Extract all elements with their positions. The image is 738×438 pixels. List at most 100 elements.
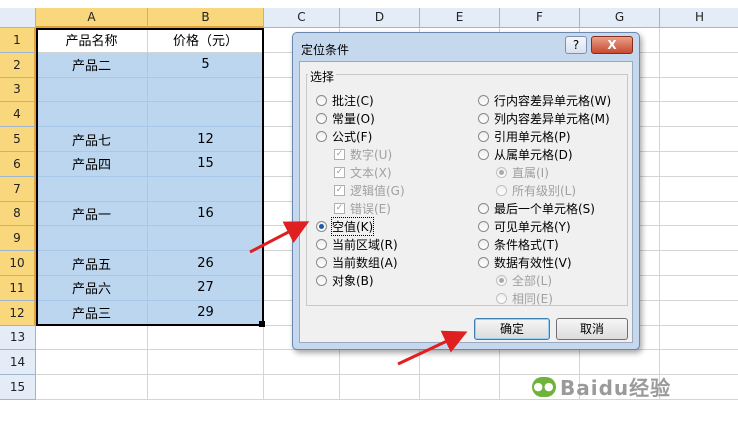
cell-h10[interactable]: [660, 251, 738, 276]
close-button[interactable]: X: [591, 36, 633, 54]
row-header-5[interactable]: 5: [0, 127, 36, 152]
check-numbers[interactable]: ✓ 数字(U): [334, 146, 392, 162]
cell-a4[interactable]: [36, 102, 148, 128]
row-header-11[interactable]: 11: [0, 276, 36, 301]
cell-a8[interactable]: 产品一: [36, 201, 148, 227]
option-comments[interactable]: 批注(C): [316, 92, 374, 108]
option-blanks[interactable]: 空值(K): [316, 216, 375, 236]
row-header-12[interactable]: 12: [0, 300, 36, 326]
option-current-region[interactable]: 当前区域(R): [316, 236, 398, 252]
option-current-array[interactable]: 当前数组(A): [316, 254, 398, 270]
cell-h9[interactable]: [660, 226, 738, 252]
column-header-e[interactable]: E: [420, 8, 500, 28]
column-header-c[interactable]: C: [264, 8, 340, 28]
fill-handle[interactable]: [259, 321, 265, 327]
help-button[interactable]: ?: [565, 36, 587, 54]
cell-a15[interactable]: [36, 375, 148, 400]
cell-c15[interactable]: [264, 375, 340, 400]
cell-h7[interactable]: [660, 177, 738, 202]
option-last-cell[interactable]: 最后一个单元格(S): [478, 200, 595, 216]
cell-h15[interactable]: [660, 375, 738, 400]
cell-a13[interactable]: [36, 325, 148, 351]
row-header-7[interactable]: 7: [0, 176, 36, 202]
row-header-10[interactable]: 10: [0, 251, 36, 276]
option-row-differences[interactable]: 行内容差异单元格(W): [478, 92, 611, 108]
cell-a9[interactable]: [36, 226, 148, 252]
option-column-differences[interactable]: 列内容差异单元格(M): [478, 110, 610, 126]
option-conditional-formats[interactable]: 条件格式(T): [478, 236, 559, 252]
row-header-4[interactable]: 4: [0, 102, 36, 128]
option-formulas[interactable]: 公式(F): [316, 128, 372, 144]
row-header-3[interactable]: 3: [0, 77, 36, 103]
cell-h8[interactable]: [660, 202, 738, 227]
cell-b13[interactable]: [148, 325, 264, 351]
row-header-13[interactable]: 13: [0, 325, 36, 351]
row-header-8[interactable]: 8: [0, 201, 36, 227]
row-header-1[interactable]: 1: [0, 28, 36, 53]
ok-button[interactable]: 确定: [474, 318, 550, 340]
cell-b15[interactable]: [148, 375, 264, 400]
cell-d15[interactable]: [340, 375, 420, 400]
cell-h5[interactable]: [660, 127, 738, 152]
option-validation-all[interactable]: 全部(L): [496, 272, 552, 288]
cell-a10[interactable]: 产品五: [36, 251, 148, 276]
option-data-validation[interactable]: 数据有效性(V): [478, 254, 572, 270]
cell-b4[interactable]: [148, 102, 264, 128]
check-errors[interactable]: ✓ 错误(E): [334, 200, 391, 216]
column-header-b[interactable]: B: [148, 8, 264, 28]
cell-b5[interactable]: 12: [148, 127, 264, 152]
cell-a6[interactable]: 产品四: [36, 152, 148, 177]
cell-a12[interactable]: 产品三: [36, 300, 148, 326]
cell-h11[interactable]: [660, 276, 738, 301]
select-all-corner[interactable]: [0, 8, 36, 28]
cell-b2[interactable]: 5: [148, 52, 264, 78]
cell-b9[interactable]: [148, 226, 264, 252]
cell-h3[interactable]: [660, 78, 738, 103]
cell-b8[interactable]: 16: [148, 201, 264, 227]
option-constants[interactable]: 常量(O): [316, 110, 375, 126]
cell-b14[interactable]: [148, 350, 264, 376]
cell-a3[interactable]: [36, 77, 148, 103]
row-header-14[interactable]: 14: [0, 350, 36, 376]
cell-a2[interactable]: 产品二: [36, 52, 148, 78]
cell-a7[interactable]: [36, 176, 148, 202]
cell-a11[interactable]: 产品六: [36, 276, 148, 301]
cell-b10[interactable]: 26: [148, 251, 264, 276]
cell-a14[interactable]: [36, 350, 148, 376]
cell-h4[interactable]: [660, 102, 738, 128]
cell-e14[interactable]: [420, 350, 500, 376]
check-logicals[interactable]: ✓ 逻辑值(G): [334, 182, 405, 198]
cell-b3[interactable]: [148, 77, 264, 103]
cell-d14[interactable]: [340, 350, 420, 376]
column-header-d[interactable]: D: [340, 8, 420, 28]
row-header-9[interactable]: 9: [0, 226, 36, 252]
column-header-a[interactable]: A: [36, 8, 148, 28]
check-text[interactable]: ✓ 文本(X): [334, 164, 392, 180]
row-header-2[interactable]: 2: [0, 52, 36, 78]
option-direct-only[interactable]: 直属(I): [496, 164, 549, 180]
option-validation-same[interactable]: 相同(E): [496, 290, 553, 306]
row-header-15[interactable]: 15: [0, 375, 36, 400]
cell-h2[interactable]: [660, 53, 738, 78]
option-precedents[interactable]: 引用单元格(P): [478, 128, 571, 144]
cell-h12[interactable]: [660, 301, 738, 326]
cell-b7[interactable]: [148, 176, 264, 202]
column-header-f[interactable]: F: [500, 8, 580, 28]
column-header-g[interactable]: G: [580, 8, 660, 28]
cell-c14[interactable]: [264, 350, 340, 376]
row-header-6[interactable]: 6: [0, 152, 36, 177]
cell-h6[interactable]: [660, 152, 738, 177]
cell-b6[interactable]: 15: [148, 152, 264, 177]
cell-b11[interactable]: 27: [148, 276, 264, 301]
cell-a1[interactable]: 产品名称: [36, 28, 148, 53]
cell-h14[interactable]: [660, 350, 738, 376]
column-header-h[interactable]: H: [660, 8, 738, 28]
option-dependents[interactable]: 从属单元格(D): [478, 146, 573, 162]
option-all-levels[interactable]: 所有级别(L): [496, 182, 576, 198]
option-visible-cells[interactable]: 可见单元格(Y): [478, 218, 571, 234]
option-objects[interactable]: 对象(B): [316, 272, 374, 288]
cell-h1[interactable]: [660, 28, 738, 53]
cancel-button[interactable]: 取消: [556, 318, 628, 340]
cell-e15[interactable]: [420, 375, 500, 400]
cell-b12[interactable]: 29: [148, 300, 264, 326]
